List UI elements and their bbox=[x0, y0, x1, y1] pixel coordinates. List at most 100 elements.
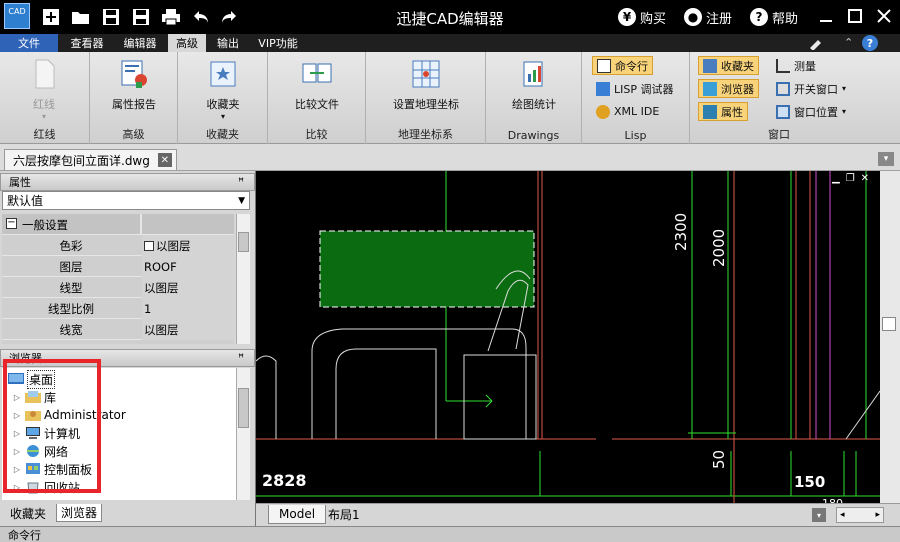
canvas-vertical-scrollbar[interactable] bbox=[880, 171, 900, 503]
group-geo: 设置地理坐标 地理坐标系 bbox=[366, 52, 486, 144]
tab-viewer[interactable]: 查看器 bbox=[62, 34, 112, 52]
dim-label: 150 bbox=[794, 473, 826, 491]
command-line-button[interactable]: 命令行 bbox=[592, 56, 653, 75]
browser-scrollbar[interactable] bbox=[236, 368, 250, 500]
property-value[interactable]: 1 bbox=[142, 298, 234, 319]
tab-vip[interactable]: VIP功能 bbox=[250, 34, 306, 52]
switch-window-label: 开关窗口 bbox=[794, 82, 838, 96]
lisp-debugger-label: LISP 调试器 bbox=[614, 82, 674, 96]
document-tab-strip: 六层按摩包间立面详.dwg ✕ ▾ bbox=[0, 144, 900, 171]
tab-advanced[interactable]: 高级 bbox=[168, 34, 206, 52]
favorites-label: 收藏夹 bbox=[206, 98, 240, 111]
section-general[interactable]: − 一般设置 bbox=[2, 214, 234, 235]
property-report-icon bbox=[118, 58, 150, 90]
user-icon: ● bbox=[684, 8, 702, 26]
scroll-thumb[interactable] bbox=[238, 232, 249, 252]
viewport-close-icon[interactable]: ✕ bbox=[861, 173, 869, 185]
pin-icon[interactable]: ꟸ bbox=[238, 353, 244, 364]
group-drawings: 绘图统计 Drawings bbox=[486, 52, 582, 144]
collapse-ribbon-icon[interactable]: ⌃ bbox=[844, 36, 858, 50]
compare-files-button[interactable]: 比较文件 bbox=[282, 58, 352, 112]
lisp-debugger-icon bbox=[596, 81, 610, 96]
switch-window-button[interactable]: 开关窗口 ▾ bbox=[772, 79, 850, 98]
buy-button[interactable]: ¥ 购买 bbox=[618, 6, 666, 28]
close-document-icon[interactable]: ✕ bbox=[157, 153, 172, 167]
property-value[interactable]: 以图层 bbox=[142, 319, 234, 340]
help-circle-icon[interactable]: ? bbox=[862, 35, 878, 51]
tab-browser[interactable]: 浏览器 bbox=[56, 504, 103, 522]
viewport-minimize-icon[interactable]: ▁ bbox=[832, 173, 840, 185]
properties-title: 属性 bbox=[9, 176, 31, 189]
color-swatch-icon bbox=[144, 240, 154, 251]
collapse-icon[interactable]: − bbox=[6, 218, 17, 229]
toggle-properties-button[interactable]: 属性 bbox=[698, 102, 748, 121]
window-position-button[interactable]: 窗口位置 ▾ bbox=[772, 102, 850, 121]
properties-scrollbar[interactable] bbox=[236, 214, 250, 344]
register-button[interactable]: ● 注册 bbox=[684, 6, 732, 28]
property-value[interactable]: 以图层 bbox=[142, 277, 234, 298]
ribbon-tab-bar: 文件 查看器 编辑器 高级 输出 VIP功能 ⌃ ? bbox=[0, 34, 900, 52]
scroll-right-icon[interactable]: ▸ bbox=[875, 510, 880, 520]
horizontal-scrollbar[interactable]: ◂ ▸ bbox=[836, 507, 884, 523]
tab-file[interactable]: 文件 bbox=[0, 34, 58, 52]
document-tab[interactable]: 六层按摩包间立面详.dwg ✕ bbox=[4, 149, 177, 170]
drawing-stats-button[interactable]: 绘图统计 bbox=[500, 58, 568, 112]
property-row[interactable]: 图层 ROOF bbox=[2, 256, 234, 277]
drawing-canvas[interactable]: 2300 2000 2828 50 150 180 ▁ ❐ ✕ bbox=[256, 171, 880, 503]
group-label-redline: 红线 bbox=[33, 128, 56, 141]
maximize-icon[interactable] bbox=[843, 4, 867, 28]
redline-button[interactable]: 红线 ▾ bbox=[14, 58, 74, 121]
pin-icon[interactable]: ꟸ bbox=[238, 177, 244, 188]
document-tab-label: 六层按摩包间立面详.dwg bbox=[13, 153, 150, 168]
set-geo-coords-button[interactable]: 设置地理坐标 bbox=[380, 58, 472, 112]
property-value[interactable]: ROOF bbox=[142, 256, 234, 277]
lisp-debugger-button[interactable]: LISP 调试器 bbox=[592, 79, 678, 98]
title-bar: CAD 迅捷CAD编辑器 ¥ 购买 ● 注册 ? 帮助 bbox=[0, 0, 900, 34]
document-list-dropdown-icon[interactable]: ▾ bbox=[878, 152, 894, 166]
tab-layout1[interactable]: 布局1 bbox=[318, 505, 370, 524]
tab-editor[interactable]: 编辑器 bbox=[116, 34, 164, 52]
window-position-icon bbox=[776, 104, 790, 119]
viewport-restore-icon[interactable]: ❐ bbox=[846, 173, 855, 185]
toggle-favorites-button[interactable]: 收藏夹 bbox=[698, 56, 759, 75]
scroll-thumb[interactable] bbox=[238, 388, 249, 428]
property-row[interactable]: 线型比例 1 bbox=[2, 298, 234, 319]
scroll-thumb[interactable] bbox=[882, 317, 896, 331]
redline-button-label: 红线 bbox=[33, 98, 55, 111]
viewport-controls: ▁ ❐ ✕ bbox=[832, 173, 876, 185]
properties-selector[interactable]: 默认值 ▼ bbox=[2, 191, 250, 210]
chevron-down-icon[interactable]: ▾ bbox=[812, 508, 826, 522]
favorites-icon bbox=[207, 58, 239, 90]
ribbon-panel: 红线 ▾ 红线 属性报告 高级 收藏夹 ▾ 收藏夹 比较文件 比较 设置地理坐标… bbox=[0, 52, 900, 144]
layout-tab-bar: Model 布局1 ▾ ◂ ▸ bbox=[256, 503, 900, 526]
scroll-left-icon[interactable]: ◂ bbox=[840, 510, 845, 520]
brush-icon[interactable] bbox=[808, 36, 824, 51]
group-label-compare: 比较 bbox=[305, 128, 328, 141]
browser-small-icon bbox=[703, 81, 717, 96]
cad-drawing bbox=[256, 171, 880, 503]
toggle-browser-button[interactable]: 浏览器 bbox=[698, 79, 759, 98]
dim-label: 2000 bbox=[710, 228, 728, 267]
minimize-icon[interactable] bbox=[814, 4, 838, 28]
yen-icon: ¥ bbox=[618, 8, 636, 26]
xml-ide-button[interactable]: XML IDE bbox=[592, 102, 663, 121]
command-line-bar[interactable]: 命令行 bbox=[0, 526, 900, 542]
property-row[interactable]: 色彩 以图层 bbox=[2, 235, 234, 256]
property-key: 色彩 bbox=[59, 238, 83, 253]
favorites-button[interactable]: 收藏夹 ▾ bbox=[192, 58, 254, 121]
toggle-browser-label: 浏览器 bbox=[721, 82, 754, 96]
help-button[interactable]: ? 帮助 bbox=[750, 6, 798, 28]
measure-button[interactable]: 测量 bbox=[772, 56, 820, 75]
tab-favorites[interactable]: 收藏夹 bbox=[6, 504, 50, 522]
set-geo-coords-label: 设置地理坐标 bbox=[393, 98, 459, 111]
properties-small-icon bbox=[703, 104, 717, 119]
property-report-button[interactable]: 属性报告 bbox=[98, 58, 170, 112]
property-row[interactable]: 线型 以图层 bbox=[2, 277, 234, 298]
property-row[interactable]: 线宽 以图层 bbox=[2, 319, 234, 340]
chevron-down-icon: ▼ bbox=[238, 195, 245, 206]
property-value[interactable]: 以图层 bbox=[142, 235, 234, 256]
buy-label: 购买 bbox=[640, 11, 667, 27]
group-compare: 比较文件 比较 bbox=[268, 52, 366, 144]
close-icon[interactable] bbox=[872, 4, 896, 28]
tab-output[interactable]: 输出 bbox=[210, 34, 246, 52]
